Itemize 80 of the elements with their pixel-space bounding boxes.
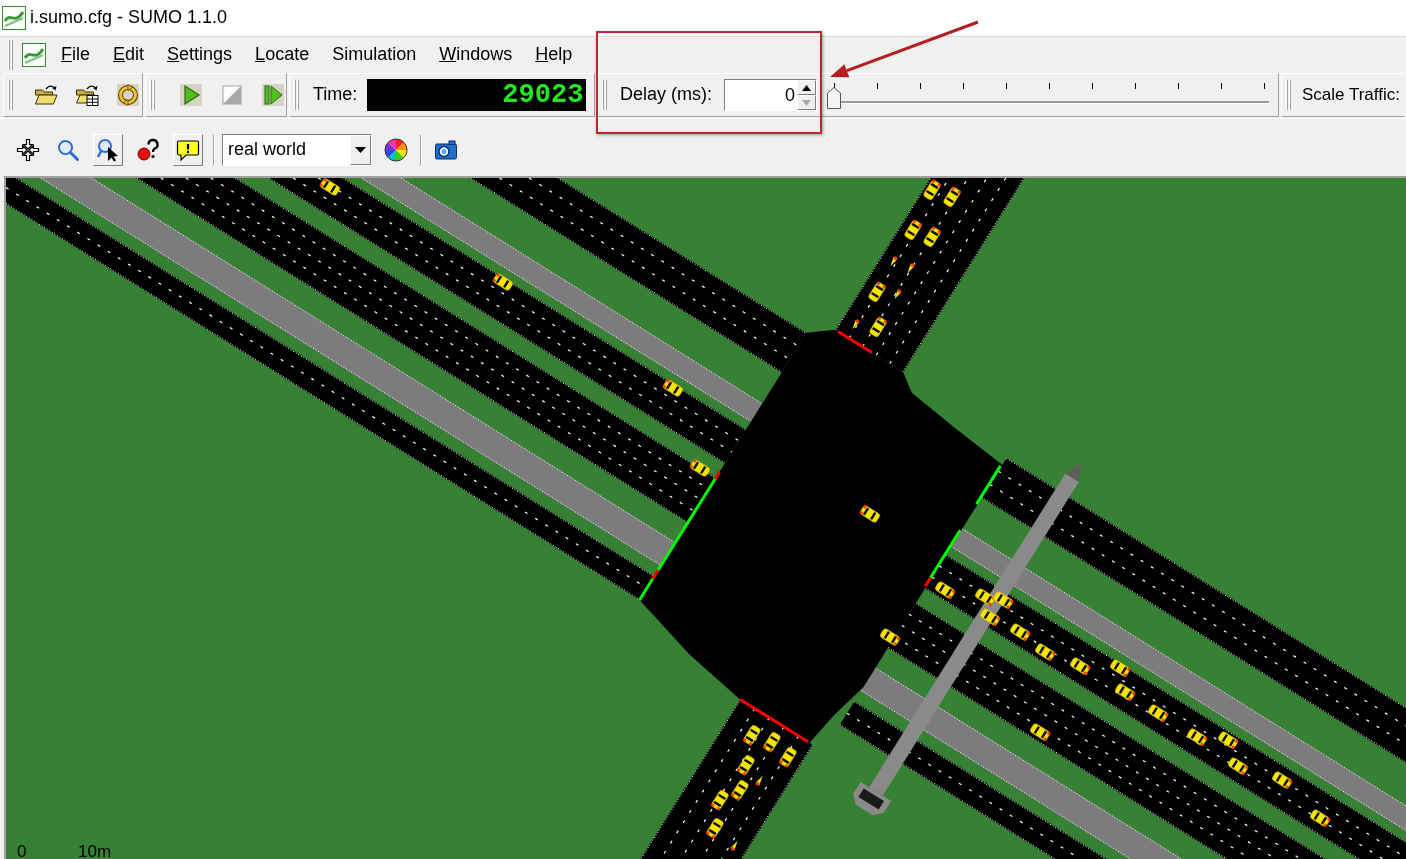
car xyxy=(879,627,901,647)
car xyxy=(662,378,684,398)
scale-traffic-label: Scale Traffic: xyxy=(1302,84,1400,106)
car xyxy=(1009,622,1031,642)
toolbar-grip[interactable] xyxy=(8,80,14,110)
four-arrows-icon xyxy=(16,138,40,162)
toolbar-grip[interactable] xyxy=(150,80,156,110)
app-logo-icon xyxy=(22,42,46,67)
caret-up-icon xyxy=(802,84,811,91)
car xyxy=(868,316,888,338)
car xyxy=(1147,703,1169,723)
car xyxy=(1309,808,1331,828)
car xyxy=(1227,756,1249,776)
car xyxy=(742,724,762,746)
folder-grid-icon xyxy=(75,83,99,107)
caret-down-icon xyxy=(802,99,811,106)
bike xyxy=(907,263,915,274)
menu-item[interactable]: Locate xyxy=(255,41,310,68)
car xyxy=(710,789,730,811)
slider-thumb[interactable] xyxy=(827,87,841,109)
bike xyxy=(890,256,898,267)
question-mark-icon xyxy=(136,138,160,162)
bike xyxy=(730,840,738,851)
speech-bubble-icon xyxy=(176,138,200,162)
reload-icon xyxy=(116,83,140,107)
menu-item[interactable]: Windows xyxy=(439,41,513,68)
bike xyxy=(852,319,860,330)
scale-label: 10m xyxy=(78,842,112,859)
delay-label: Delay (ms): xyxy=(620,84,712,106)
toolbar-grip[interactable] xyxy=(602,80,608,110)
time-label: Time: xyxy=(313,84,358,106)
tooltip-button[interactable] xyxy=(173,134,203,166)
menu-item[interactable]: File xyxy=(61,41,90,68)
car xyxy=(730,779,750,801)
open-folder-icon xyxy=(34,83,58,107)
delay-input[interactable]: 0 xyxy=(725,80,797,110)
color-scheme-dropdown[interactable]: real world xyxy=(222,134,372,166)
caret-icon xyxy=(355,147,366,153)
car xyxy=(867,281,887,303)
walkway-end xyxy=(853,781,892,816)
car xyxy=(1069,656,1091,676)
bike xyxy=(894,289,902,300)
dropdown-button[interactable] xyxy=(350,135,371,165)
camera-icon xyxy=(434,138,458,162)
menu-item[interactable]: Help xyxy=(535,41,573,68)
car xyxy=(778,746,798,768)
car xyxy=(992,590,1014,610)
car xyxy=(979,607,1001,627)
window-title: i.sumo.cfg - SUMO 1.1.0 xyxy=(30,7,228,29)
step-icon xyxy=(261,83,285,107)
car xyxy=(762,731,782,753)
car xyxy=(705,817,725,839)
toolbar-grip[interactable] xyxy=(1286,80,1292,110)
car xyxy=(974,587,996,607)
toolbar-grip[interactable] xyxy=(294,80,300,110)
car xyxy=(492,272,514,292)
delay-spinbox[interactable]: 0 xyxy=(724,79,817,111)
bike xyxy=(755,775,763,786)
play-icon xyxy=(179,83,203,107)
walkway-end xyxy=(1065,462,1082,482)
car xyxy=(922,226,942,248)
car xyxy=(1271,770,1293,790)
locate-button[interactable] xyxy=(93,134,123,166)
magnifier-cursor-icon xyxy=(96,138,120,162)
menu-item[interactable]: Edit xyxy=(113,41,145,68)
spin-up-button[interactable] xyxy=(797,80,816,95)
search-icon xyxy=(56,138,80,162)
car xyxy=(1109,658,1131,678)
toolbar-grip[interactable] xyxy=(8,39,14,70)
car xyxy=(903,219,923,241)
car xyxy=(689,458,711,478)
menu-item[interactable]: Simulation xyxy=(332,41,417,68)
time-display: 29023 xyxy=(367,79,587,111)
car xyxy=(922,179,942,201)
car xyxy=(319,178,341,197)
car xyxy=(1034,642,1056,662)
stop-icon xyxy=(220,83,244,107)
color-wheel-icon xyxy=(384,138,408,162)
menu-item[interactable]: Settings xyxy=(167,41,233,68)
scale-label: 0 xyxy=(17,842,27,859)
